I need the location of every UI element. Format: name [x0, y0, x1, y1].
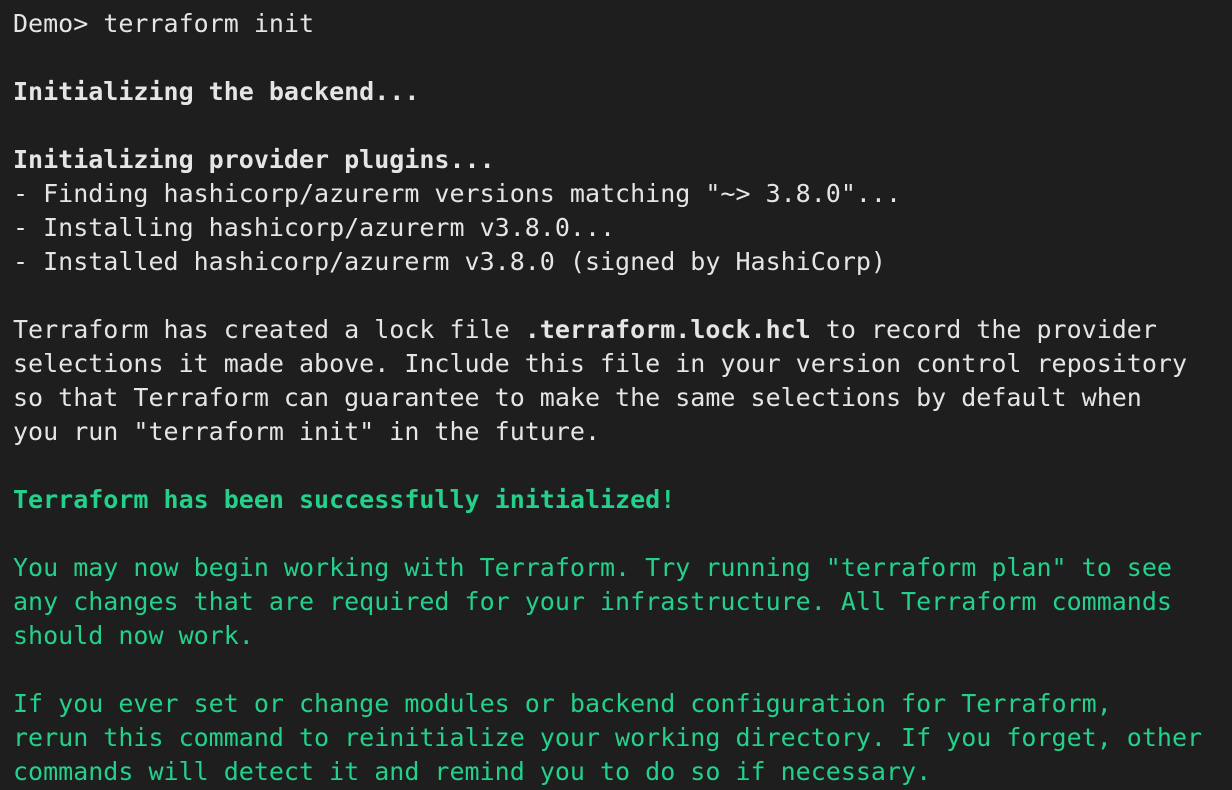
reinit-note-line-3: commands will detect it and remind you t… — [13, 757, 932, 786]
lock-text-after: to record the provider — [810, 315, 1157, 344]
reinit-note-line-2: rerun this command to reinitialize your … — [13, 723, 1203, 752]
lock-paragraph-line-4: you run "terraform init" in the future. — [13, 417, 600, 446]
terminal-window[interactable]: Demo> terraform init Initializing the ba… — [0, 0, 1232, 790]
command-line: Demo> terraform init — [13, 7, 1232, 41]
lock-paragraph-line-1: Terraform has created a lock file .terra… — [13, 313, 1232, 347]
lock-text-before: Terraform has created a lock file — [13, 315, 525, 344]
plugin-line-installing: - Installing hashicorp/azurerm v3.8.0... — [13, 213, 616, 242]
plugin-line-installed: - Installed hashicorp/azurerm v3.8.0 (si… — [13, 247, 886, 276]
next-steps-line-1: You may now begin working with Terraform… — [13, 553, 1172, 582]
plugins-heading: Initializing provider plugins... — [13, 145, 495, 174]
success-heading: Terraform has been successfully initiali… — [13, 485, 676, 514]
lock-file-name: .terraform.lock.hcl — [524, 315, 811, 344]
prompt: Demo> — [13, 9, 89, 38]
lock-paragraph-line-3: so that Terraform can guarantee to make … — [13, 383, 1142, 412]
lock-paragraph-line-2: selections it made above. Include this f… — [13, 349, 1187, 378]
plugin-line-finding: - Finding hashicorp/azurerm versions mat… — [13, 179, 902, 208]
next-steps-line-3: should now work. — [13, 621, 254, 650]
reinit-note-line-1: If you ever set or change modules or bac… — [13, 689, 1112, 718]
next-steps-line-2: any changes that are required for your i… — [13, 587, 1172, 616]
backend-heading: Initializing the backend... — [13, 77, 420, 106]
command-text: terraform init — [103, 9, 315, 38]
